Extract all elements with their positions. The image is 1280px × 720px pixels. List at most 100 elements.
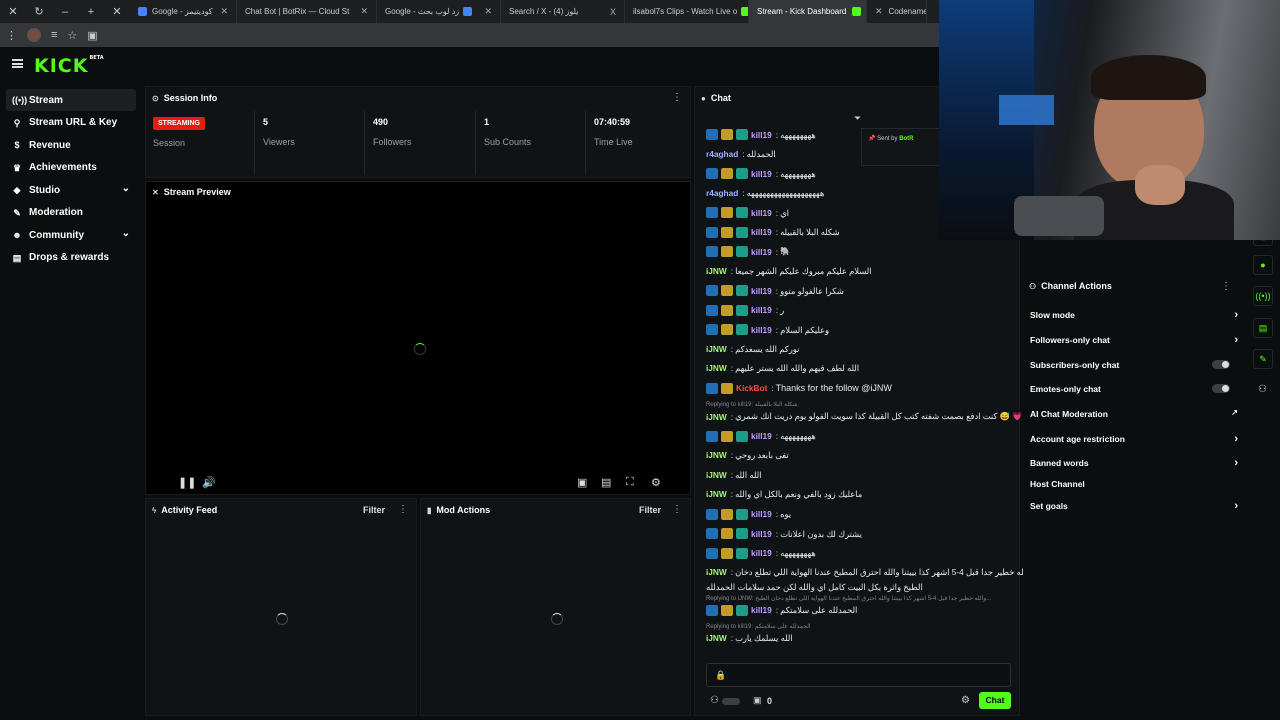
chat-username[interactable]: iJNW	[706, 450, 727, 460]
pip-icon[interactable]: ▣	[577, 476, 587, 489]
toggle[interactable]	[722, 698, 740, 705]
chat-username[interactable]: kill19	[751, 605, 772, 615]
chat-message[interactable]: iJNW: الله الله	[706, 470, 761, 480]
emote-icon[interactable]: ⚇	[710, 695, 719, 706]
sidebar-item-stream[interactable]: ((•)) Stream	[6, 89, 136, 111]
channel-action-slow-mode[interactable]: Slow mode ›	[1030, 309, 1238, 321]
sidebar-item-revenue[interactable]: $ Revenue	[6, 134, 136, 156]
chat-message[interactable]: kill19: وعليكم السلام	[706, 324, 829, 335]
channel-action-followers-only[interactable]: Followers-only chat ›	[1030, 334, 1238, 346]
chat-message[interactable]: kill19: ههههههههه	[706, 547, 816, 559]
browser-tab-active[interactable]: Stream - Kick Dashboard	[749, 0, 867, 23]
channel-action-host-channel[interactable]: Host Channel	[1030, 479, 1238, 489]
chat-username[interactable]: kill19	[751, 227, 772, 237]
channel-action-ai-moderation[interactable]: AI Chat Moderation ↗	[1030, 408, 1238, 419]
chat-username[interactable]: iJNW	[706, 363, 727, 373]
filter-button[interactable]: Filter	[639, 505, 661, 515]
browser-tab[interactable]: ilsabol7s Clips - Watch Live o	[625, 0, 749, 23]
close-tab-icon[interactable]: ✕	[478, 6, 492, 17]
sidebar-item-drops-rewards[interactable]: ▤ Drops & rewards	[6, 247, 136, 269]
chat-message[interactable]: r4aghad: هههههههههههههههههههه	[706, 188, 824, 198]
chat-username[interactable]: kill19	[751, 431, 772, 441]
chat-message[interactable]: kill19: ر	[706, 304, 784, 316]
sidebar-item-studio[interactable]: ◆ Studio ⌄	[6, 179, 136, 201]
kick-logo[interactable]: KICKBETA	[34, 55, 104, 77]
fullscreen-icon[interactable]: ⛶	[626, 476, 634, 489]
chat-message[interactable]: kill19: اي	[706, 207, 789, 218]
chat-username[interactable]: kill19	[751, 130, 772, 140]
minimize-icon[interactable]: –	[52, 6, 78, 18]
chat-username[interactable]: kill19	[751, 286, 772, 296]
profile-avatar[interactable]	[27, 28, 41, 42]
channel-action-emotes-only[interactable]: Emotes-only chat	[1030, 384, 1238, 394]
chat-username[interactable]: iJNW	[706, 266, 727, 276]
chat-username[interactable]: kill19	[751, 529, 772, 539]
browser-tab[interactable]: Chat Bot | BotRix — Cloud St ✕	[237, 0, 377, 23]
chat-username[interactable]: r4aghad	[706, 149, 738, 159]
chat-username[interactable]: kill19	[751, 325, 772, 335]
chat-message[interactable]: kill19: الحمدلله على سلامتكم	[706, 604, 857, 616]
chat-message[interactable]: iJNW: السلام عليكم مبروك عليكم الشهر جميع…	[706, 266, 872, 276]
chat-message[interactable]: KickBot: Thanks for the follow @iJNW	[706, 382, 892, 394]
chat-message[interactable]: kill19: يوه	[706, 508, 791, 520]
chat-bubble-icon[interactable]: ●	[1253, 255, 1273, 275]
close-tab-icon[interactable]: ✕	[875, 6, 889, 17]
chat-username[interactable]: r4aghad	[706, 188, 738, 198]
chat-username[interactable]: iJNW	[706, 489, 727, 499]
chat-message[interactable]: iJNW: ماعليك زود بالفي ونعم بالكل اي والل…	[706, 489, 862, 499]
chat-message[interactable]: kill19: ههههههههه	[706, 430, 816, 442]
more-options-icon[interactable]: ⋮	[398, 504, 408, 515]
chat-username[interactable]: iJNW	[706, 470, 727, 480]
more-options-icon[interactable]: ⋮	[672, 504, 682, 515]
close-tab-icon[interactable]: ✕	[214, 6, 228, 17]
chat-message[interactable]: kill19: شكرا عالفولو متوو	[706, 285, 844, 296]
toggle[interactable]	[1212, 384, 1230, 393]
chat-message[interactable]: kill19: ههههههههه	[706, 168, 816, 179]
extensions-icon[interactable]: ▣	[87, 29, 97, 42]
chat-username[interactable]: iJNW	[706, 633, 727, 643]
chat-username[interactable]: KickBot	[736, 383, 767, 393]
browser-tab[interactable]: Search / X - (4) يلوز X	[501, 0, 625, 23]
menu-dots-icon[interactable]: ⋮	[6, 29, 17, 42]
chat-message[interactable]: iJNW: كنت ادفع بصمت شفته كتب كل القبيلة ك…	[706, 411, 1023, 422]
close-tab-icon[interactable]: ✕	[104, 5, 130, 18]
chat-username[interactable]: kill19	[751, 548, 772, 558]
chat-send-button[interactable]: Chat	[979, 692, 1011, 709]
close-tab-icon[interactable]: ✕	[354, 6, 368, 17]
chat-message[interactable]: iJNW: الله لطف فيهم والله الله يستر عليهم	[706, 363, 859, 373]
people-icon[interactable]: ⚇	[1258, 384, 1267, 395]
chat-username[interactable]: iJNW	[706, 344, 727, 354]
volume-icon[interactable]: 🔊	[202, 476, 216, 489]
chat-message[interactable]: r4aghad: الحمدلله	[706, 149, 776, 159]
chat-settings-icon[interactable]: ⚙	[961, 695, 970, 706]
reload-icon[interactable]: ↻	[26, 5, 52, 18]
chat-message[interactable]: kill19: شكله البلا بالقبيله	[706, 226, 839, 238]
chat-username[interactable]: kill19	[751, 305, 772, 315]
broadcast-icon[interactable]: ((•))	[1253, 286, 1273, 306]
sidebar-item-achievements[interactable]: ♛ Achievements	[6, 157, 136, 179]
star-icon[interactable]: ☆	[67, 29, 77, 42]
hamburger-menu-icon[interactable]	[12, 59, 23, 68]
chat-username[interactable]: kill19	[751, 247, 772, 257]
chat-username[interactable]: kill19	[751, 509, 772, 519]
wrench-icon[interactable]: ✎	[1253, 349, 1273, 369]
chat-message[interactable]: iJNW: تفى بابعد روحي	[706, 450, 789, 460]
theater-mode-icon[interactable]: ▤	[601, 476, 611, 489]
chat-message[interactable]: iJNW: والله خطير جدا قبل 4-5 اشهر كذا بيي…	[706, 567, 1033, 577]
close-icon[interactable]: ✕	[0, 5, 26, 18]
chat-input[interactable]: 🔒	[706, 663, 1011, 687]
browser-tab[interactable]: ✕Codenames -	[867, 0, 927, 23]
chat-username[interactable]: iJNW	[706, 412, 727, 422]
chat-username[interactable]: kill19	[751, 169, 772, 179]
layout-icon[interactable]: ▤	[1253, 318, 1273, 338]
more-options-icon[interactable]: ⋮	[1221, 281, 1231, 292]
collapse-icon[interactable]: ✕	[152, 188, 159, 197]
channel-action-subscribers-only[interactable]: Subscribers-only chat	[1030, 360, 1238, 370]
sidebar-item-stream-url-key[interactable]: ⚲ Stream URL & Key	[6, 112, 136, 134]
pinned-message[interactable]: 📌 Sent by BotR	[861, 128, 941, 166]
more-options-icon[interactable]: ⋮	[672, 92, 682, 103]
browser-tab[interactable]: Google - زد لوب بحث ✕	[377, 0, 501, 23]
sidebar-item-community[interactable]: ☻ Community ⌄	[6, 224, 136, 246]
settings-gear-icon[interactable]: ⚙	[651, 476, 661, 489]
chat-username[interactable]: kill19	[751, 208, 772, 218]
